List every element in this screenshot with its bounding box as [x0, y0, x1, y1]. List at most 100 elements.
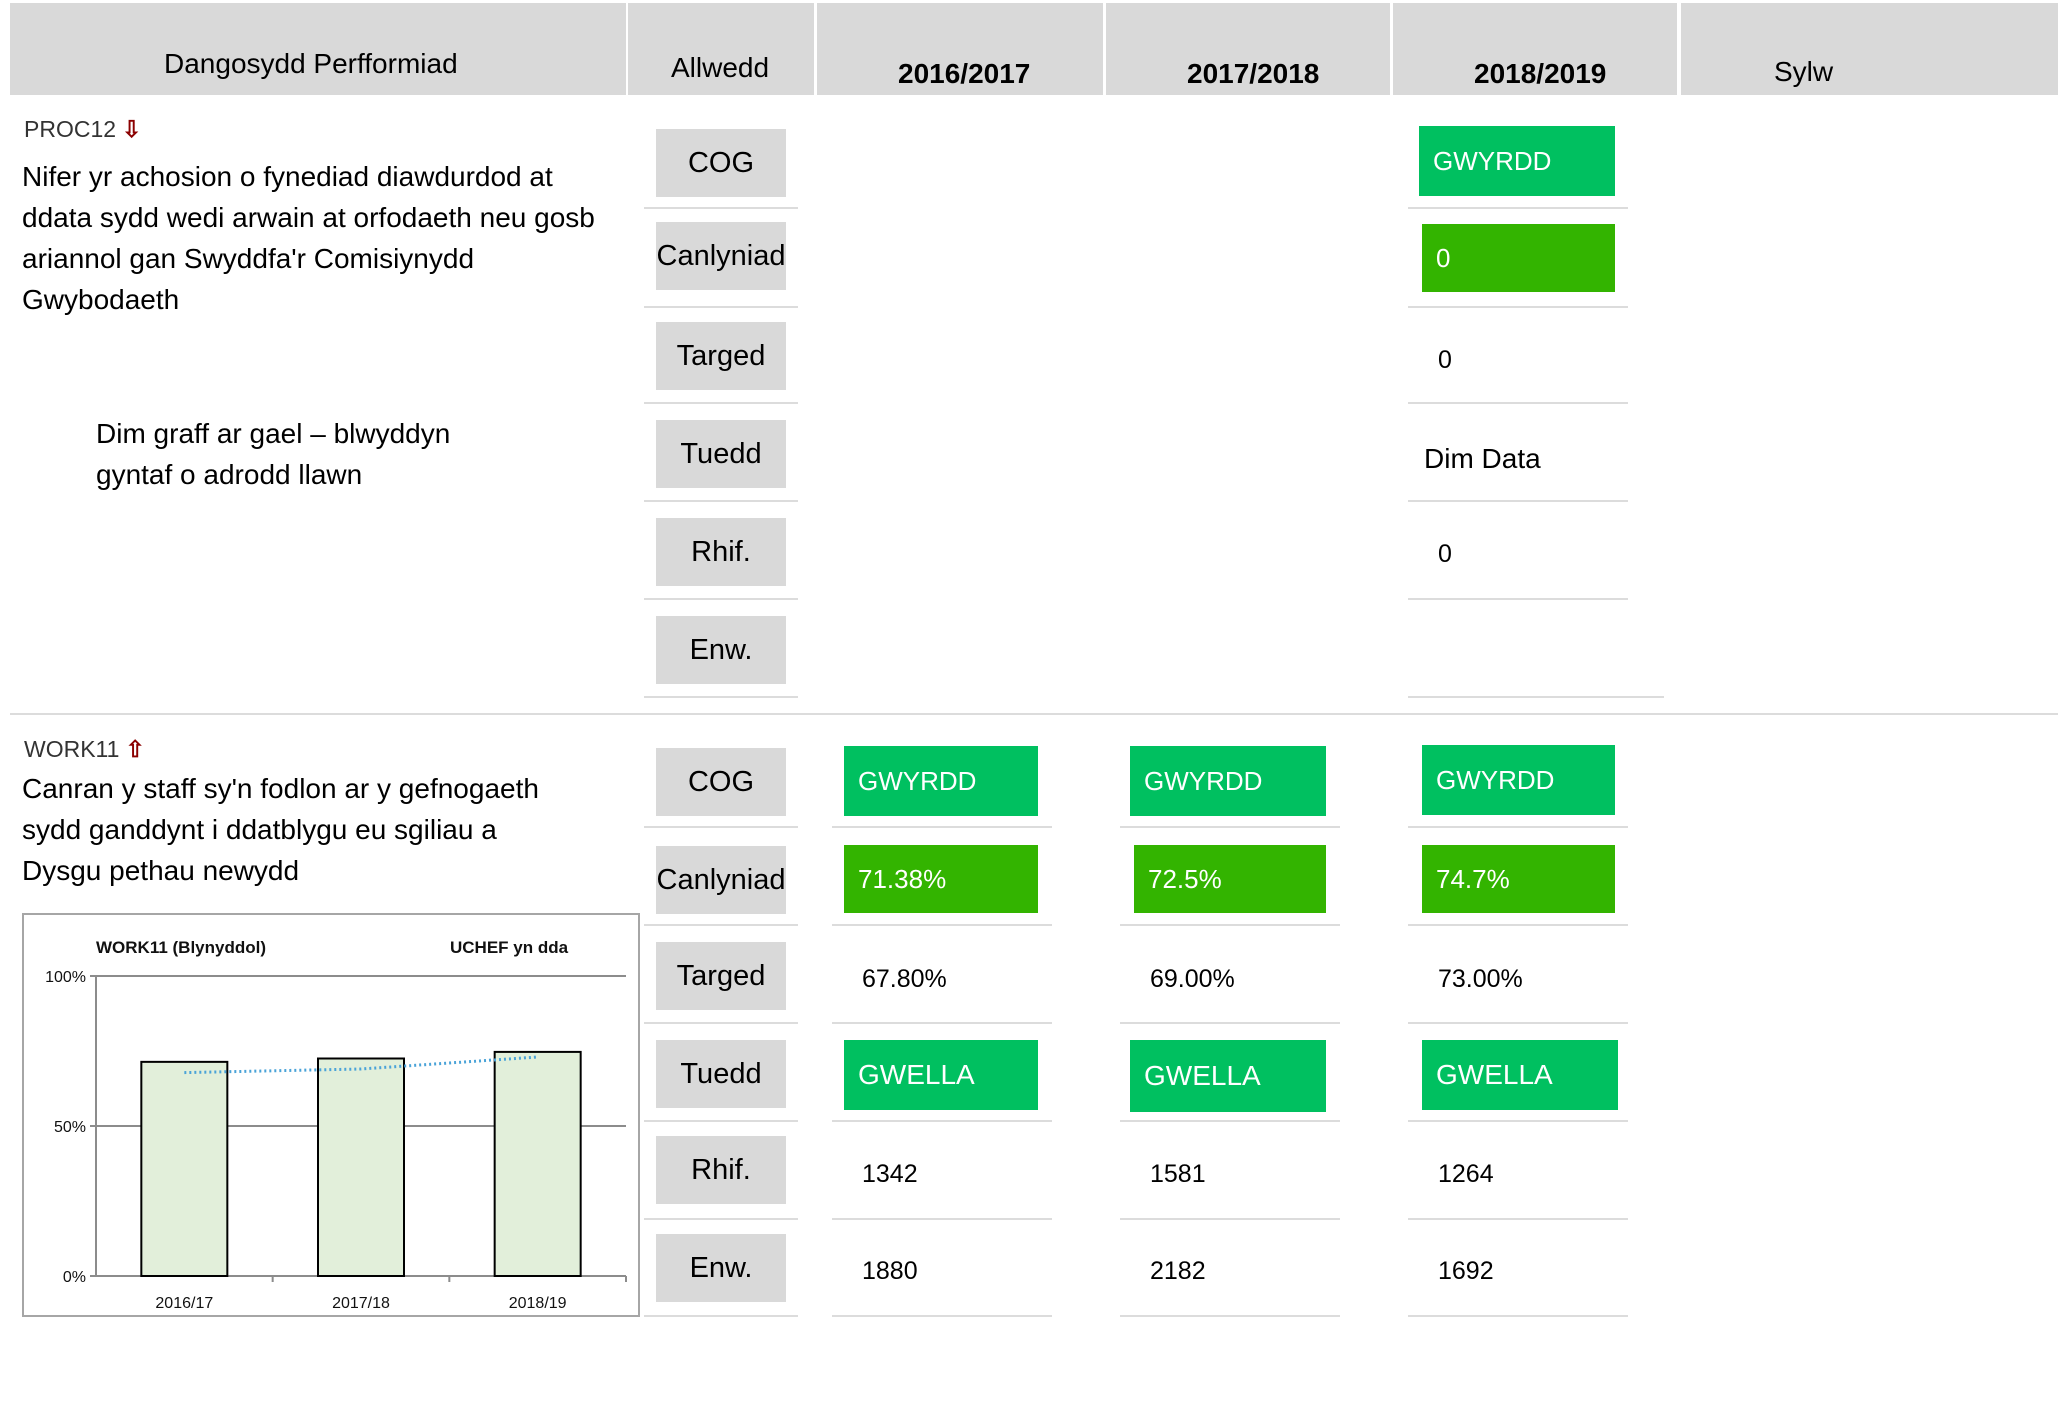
work11-key-den: Enw. [656, 1234, 786, 1302]
row-divider [1408, 1120, 1628, 1122]
row-divider [832, 1315, 1052, 1317]
header-indicator: Dangosydd Perfformiad [164, 48, 458, 79]
row-divider [1408, 1218, 1628, 1220]
row-divider [832, 1022, 1052, 1024]
work11-description: Canran y staff sy'n fodlon ar y gefnogae… [22, 773, 539, 886]
work11-code: WORK11 ⇧ [24, 736, 145, 763]
header-year3: 2018/2019 [1474, 58, 1607, 89]
x-tick-label: 2016/17 [155, 1295, 213, 1312]
row-divider [644, 500, 798, 502]
header-comment-cell [1681, 3, 2058, 95]
work11-y2-num: 1581 [1150, 1160, 1206, 1188]
row-divider [644, 696, 798, 698]
work11-y3-result-badge: 74.7% [1422, 845, 1615, 913]
header-key: Allwedd [671, 52, 770, 83]
row-divider [1408, 306, 1628, 308]
row-divider [644, 1120, 798, 1122]
header-year1: 2016/2017 [898, 58, 1031, 89]
row-divider [644, 598, 798, 600]
x-tick-label: 2017/18 [332, 1295, 390, 1312]
proc12-cog-badge: GWYRDD [1419, 126, 1615, 196]
row-divider [644, 1315, 798, 1317]
work11-y1-num: 1342 [862, 1160, 918, 1188]
work11-y3-cog-badge: GWYRDD [1422, 745, 1615, 815]
row-divider [1120, 1315, 1340, 1317]
row-divider [644, 1218, 798, 1220]
chart-bar [317, 1057, 405, 1277]
work11-key-cog: COG [656, 748, 786, 816]
row-divider [1120, 1218, 1340, 1220]
work11-y2-den: 2182 [1150, 1257, 1206, 1285]
row-divider [1408, 826, 1628, 828]
row-divider [832, 826, 1052, 828]
y-tick-label: 0% [63, 1269, 86, 1286]
header-year2: 2017/2018 [1187, 58, 1320, 89]
proc12-key-target: Targed [656, 322, 786, 390]
row-divider [832, 924, 1052, 926]
work11-y3-num: 1264 [1438, 1160, 1494, 1188]
chart-bar [493, 1050, 582, 1277]
row-divider [644, 207, 798, 209]
proc12-code-text: PROC12 [24, 116, 117, 142]
work11-key-num: Rhif. [656, 1136, 786, 1204]
work11-y3-trend-badge: GWELLA [1422, 1040, 1618, 1110]
row-divider [644, 826, 798, 828]
chart-subtitle: UCHEF yn dda [450, 938, 569, 957]
row-divider [644, 402, 798, 404]
section-divider [10, 713, 2058, 715]
proc12-description: Nifer yr achosion o fynediad diawdurdod … [22, 161, 595, 315]
proc12-key-trend: Tuedd [656, 420, 786, 488]
row-divider [1408, 1022, 1628, 1024]
work11-key-target: Targed [656, 942, 786, 1010]
work11-code-text: WORK11 [24, 736, 120, 762]
row-divider [1120, 924, 1340, 926]
proc12-num-value: 0 [1438, 540, 1452, 568]
row-divider [1408, 402, 1628, 404]
work11-chart: WORK11 (Blynyddol) UCHEF yn dda 0% 50% 100% 2… [22, 913, 640, 1317]
work11-y3-den: 1692 [1438, 1257, 1494, 1285]
chart-title: WORK11 (Blynyddol) [96, 938, 266, 957]
work11-y1-cog-badge: GWYRDD [844, 746, 1038, 816]
y-tick-label: 100% [45, 969, 86, 986]
proc12-target-value: 0 [1438, 346, 1452, 374]
proc12-trend-value: Dim Data [1424, 443, 1541, 474]
work11-y2-cog-badge: GWYRDD [1130, 746, 1326, 816]
proc12-result-badge: 0 [1422, 224, 1615, 292]
proc12-no-graph-note: Dim graff ar gael – blwyddyn gyntaf o ad… [96, 418, 451, 490]
row-divider [1120, 1120, 1340, 1122]
x-tick-label: 2018/19 [509, 1295, 567, 1312]
row-divider [1408, 598, 1628, 600]
work11-y2-result-badge: 72.5% [1134, 845, 1326, 913]
row-divider [832, 1120, 1052, 1122]
row-divider [644, 1022, 798, 1024]
row-divider [1408, 696, 1664, 698]
row-divider [1408, 500, 1628, 502]
work11-y3-target: 73.00% [1438, 965, 1523, 993]
work11-y1-result-badge: 71.38% [844, 845, 1038, 913]
chart-bar [140, 1060, 229, 1277]
row-divider [644, 306, 798, 308]
work11-y1-trend-badge: GWELLA [844, 1040, 1038, 1110]
proc12-key-result: Canlyniad [656, 222, 786, 290]
row-divider [1120, 1022, 1340, 1024]
work11-chart-svg: WORK11 (Blynyddol) UCHEF yn dda 0% 50% 100% 2… [45, 938, 627, 1312]
down-arrow-icon: ⇩ [122, 116, 142, 142]
work11-y2-trend-badge: GWELLA [1130, 1040, 1326, 1112]
row-divider [832, 1218, 1052, 1220]
y-tick-label: 50% [54, 1119, 86, 1136]
proc12-code: PROC12 ⇩ [24, 116, 141, 143]
row-divider [1120, 826, 1340, 828]
work11-y2-target: 69.00% [1150, 965, 1235, 993]
row-divider [644, 924, 798, 926]
header-comment: Sylw [1774, 56, 1834, 87]
row-divider [1408, 207, 1628, 209]
row-divider [1408, 924, 1628, 926]
work11-key-result: Canlyniad [656, 846, 786, 914]
proc12-key-den: Enw. [656, 616, 786, 684]
proc12-key-cog: COG [656, 129, 786, 197]
work11-key-trend: Tuedd [656, 1040, 786, 1108]
up-arrow-icon: ⇧ [125, 736, 145, 762]
row-divider [1408, 1315, 1628, 1317]
work11-y1-den: 1880 [862, 1257, 918, 1285]
proc12-key-num: Rhif. [656, 518, 786, 586]
